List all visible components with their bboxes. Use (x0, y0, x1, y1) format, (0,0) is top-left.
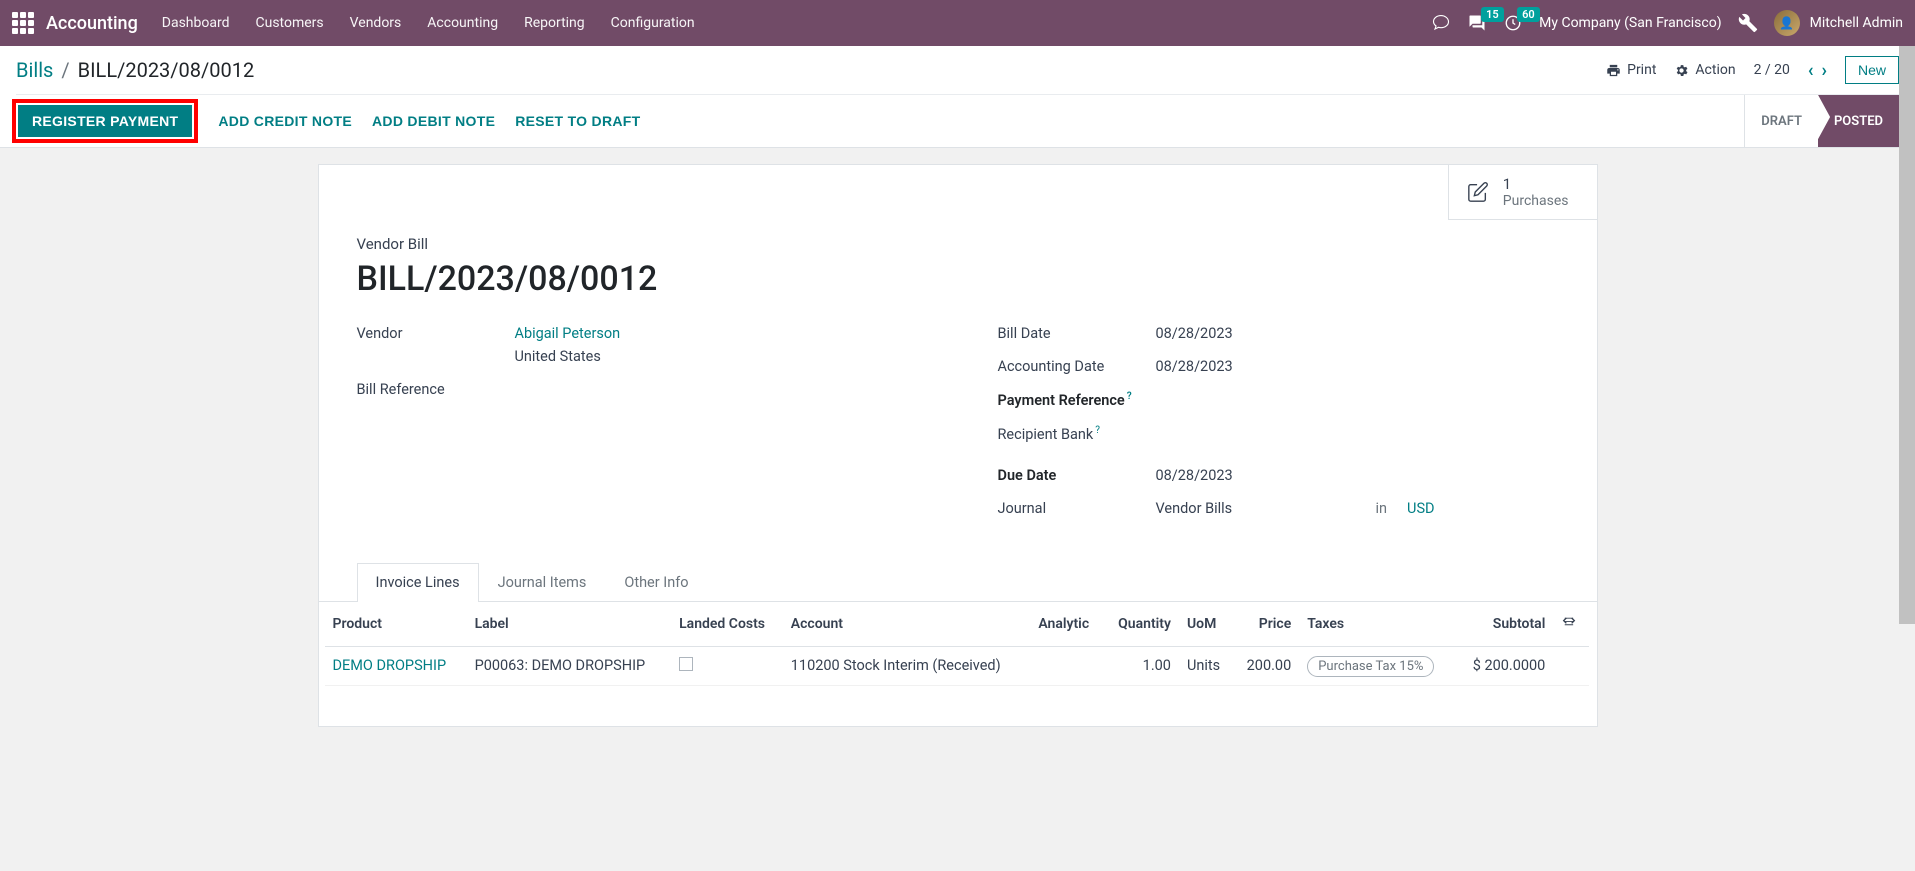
nav-accounting[interactable]: Accounting (427, 15, 498, 31)
messages-badge: 15 (1481, 7, 1504, 22)
status-posted[interactable]: POSTED (1818, 95, 1899, 147)
scrollbar[interactable] (1899, 46, 1915, 871)
status-bar: DRAFT POSTED (1744, 95, 1899, 147)
scroll-thumb[interactable] (1899, 46, 1915, 624)
pager-next[interactable]: › (1822, 60, 1827, 81)
phone-icon[interactable] (1431, 13, 1451, 33)
apps-icon[interactable] (12, 12, 34, 34)
tab-invoice-lines[interactable]: Invoice Lines (357, 563, 479, 602)
th-settings[interactable] (1553, 602, 1588, 647)
tab-other-info[interactable]: Other Info (605, 563, 707, 601)
user-menu[interactable]: Mitchell Admin (1810, 15, 1903, 31)
cell-uom[interactable]: Units (1179, 646, 1233, 685)
print-button[interactable]: Print (1606, 62, 1656, 78)
cell-qty[interactable]: 1.00 (1104, 646, 1179, 685)
debug-icon[interactable] (1738, 13, 1758, 33)
status-draft[interactable]: DRAFT (1744, 95, 1818, 147)
label-in: in (1376, 500, 1388, 517)
label-payment-reference: Payment Reference? (998, 391, 1156, 409)
stat-count: 1 (1503, 175, 1569, 193)
label-recipient-bank: Recipient Bank? (998, 425, 1156, 443)
breadcrumb-root[interactable]: Bills (16, 58, 53, 82)
add-debit-note-button[interactable]: ADD DEBIT NOTE (372, 113, 495, 129)
heading-small: Vendor Bill (357, 235, 1559, 253)
reset-to-draft-button[interactable]: RESET TO DRAFT (515, 113, 640, 129)
activities-icon[interactable]: 60 (1503, 13, 1523, 33)
nav-dashboard[interactable]: Dashboard (162, 15, 230, 31)
checkbox-icon[interactable] (679, 657, 693, 671)
navbar: Accounting Dashboard Customers Vendors A… (0, 0, 1915, 46)
nav-configuration[interactable]: Configuration (611, 15, 695, 31)
breadcrumb: Bills / BILL/2023/08/0012 (16, 58, 254, 82)
tab-journal-items[interactable]: Journal Items (479, 563, 606, 601)
label-bill-reference: Bill Reference (357, 381, 515, 398)
register-payment-button[interactable]: REGISTER PAYMENT (18, 105, 192, 137)
value-accounting-date[interactable]: 08/28/2023 (1156, 358, 1233, 375)
printer-icon (1606, 63, 1621, 78)
pager[interactable]: 2 / 20 (1754, 62, 1790, 78)
breadcrumb-current: BILL/2023/08/0012 (78, 58, 255, 82)
nav-customers[interactable]: Customers (256, 15, 324, 31)
avatar[interactable]: 👤 (1774, 10, 1800, 36)
vendor-country: United States (515, 348, 621, 365)
value-due-date[interactable]: 08/28/2023 (1156, 467, 1233, 484)
tax-pill[interactable]: Purchase Tax 15% (1307, 656, 1434, 677)
action-button[interactable]: Action (1674, 62, 1735, 78)
messages-icon[interactable]: 15 (1467, 13, 1487, 33)
nav-right: 15 60 My Company (San Francisco) 👤 Mitch… (1431, 10, 1903, 36)
gear-icon (1674, 63, 1689, 78)
cell-analytic[interactable] (1030, 646, 1103, 685)
th-label[interactable]: Label (467, 602, 672, 647)
app-brand[interactable]: Accounting (46, 13, 138, 34)
purchases-stat-button[interactable]: 1 Purchases (1448, 165, 1597, 220)
breadcrumb-separator: / (61, 58, 69, 82)
cell-product[interactable]: DEMO DROPSHIP (333, 657, 447, 674)
th-subtotal[interactable]: Subtotal (1456, 602, 1553, 647)
cell-account[interactable]: 110200 Stock Interim (Received) (783, 646, 1031, 685)
currency-link[interactable]: USD (1407, 500, 1435, 517)
label-accounting-date: Accounting Date (998, 358, 1156, 375)
cell-price[interactable]: 200.00 (1233, 646, 1299, 685)
label-bill-date: Bill Date (998, 325, 1156, 342)
th-product[interactable]: Product (325, 602, 467, 647)
nav-menu: Dashboard Customers Vendors Accounting R… (162, 15, 1431, 31)
highlight-rectangle: REGISTER PAYMENT (12, 99, 198, 143)
nav-vendors[interactable]: Vendors (350, 15, 402, 31)
activities-badge: 60 (1517, 7, 1540, 22)
value-bill-date[interactable]: 08/28/2023 (1156, 325, 1233, 342)
th-price[interactable]: Price (1233, 602, 1299, 647)
cell-label[interactable]: P00063: DEMO DROPSHIP (467, 646, 672, 685)
th-uom[interactable]: UoM (1179, 602, 1233, 647)
control-panel: Bills / BILL/2023/08/0012 Print Action 2… (0, 46, 1915, 148)
th-landed[interactable]: Landed Costs (671, 602, 783, 647)
bill-title: BILL/2023/08/0012 (357, 259, 1559, 299)
help-icon[interactable]: ? (1095, 425, 1100, 436)
label-journal: Journal (998, 500, 1156, 517)
edit-icon (1467, 181, 1489, 203)
cell-tax[interactable]: Purchase Tax 15% (1299, 646, 1456, 685)
vendor-link[interactable]: Abigail Peterson (515, 325, 621, 342)
pager-prev[interactable]: ‹ (1808, 60, 1814, 81)
stat-label: Purchases (1503, 193, 1569, 209)
label-due-date: Due Date (998, 467, 1156, 484)
th-quantity[interactable]: Quantity (1104, 602, 1179, 647)
new-button[interactable]: New (1845, 56, 1899, 84)
th-account[interactable]: Account (783, 602, 1031, 647)
tabs: Invoice Lines Journal Items Other Info (319, 563, 1597, 602)
nav-reporting[interactable]: Reporting (524, 15, 585, 31)
table-row[interactable]: DEMO DROPSHIP P00063: DEMO DROPSHIP 1102… (325, 646, 1589, 685)
company-selector[interactable]: My Company (San Francisco) (1539, 15, 1721, 31)
th-analytic[interactable]: Analytic (1030, 602, 1103, 647)
add-credit-note-button[interactable]: ADD CREDIT NOTE (218, 113, 352, 129)
cell-subtotal: $ 200.0000 (1456, 646, 1553, 685)
help-icon[interactable]: ? (1127, 391, 1132, 402)
th-taxes[interactable]: Taxes (1299, 602, 1456, 647)
label-vendor: Vendor (357, 325, 515, 342)
form-sheet: 1 Purchases Vendor Bill BILL/2023/08/001… (318, 164, 1598, 727)
cell-landed[interactable] (671, 646, 783, 685)
value-journal[interactable]: Vendor Bills (1156, 500, 1356, 517)
invoice-lines-table: Product Label Landed Costs Account Analy… (325, 602, 1589, 686)
